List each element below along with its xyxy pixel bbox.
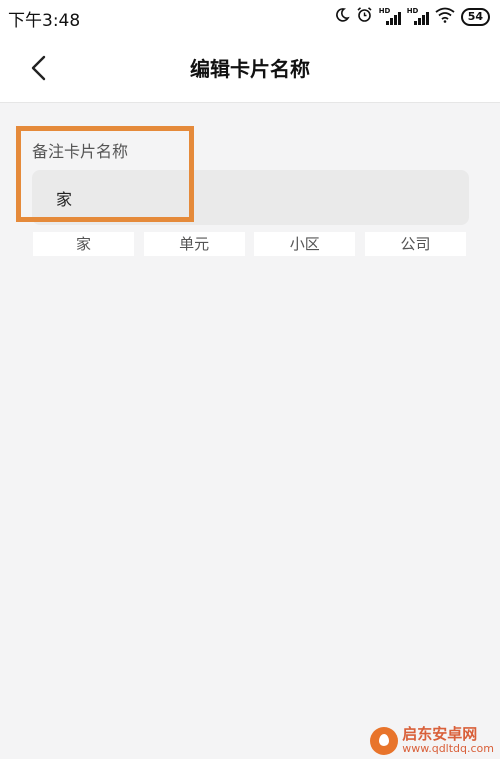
- suggestion-chip-company[interactable]: 公司: [364, 232, 466, 256]
- battery-icon: 54: [460, 7, 490, 26]
- suggestion-chip-community[interactable]: 小区: [254, 232, 356, 256]
- signal-hd-icon: HD: [407, 7, 429, 25]
- watermark-title: 启东安卓网: [402, 725, 478, 744]
- nav-bar: 编辑卡片名称: [0, 34, 500, 103]
- suggestion-list: 家 单元 小区 公司: [33, 232, 466, 256]
- watermark-url: www.qdltdq.com: [402, 742, 494, 756]
- wifi-icon: [435, 7, 455, 27]
- status-bar: 下午3:48 HD HD 54: [0, 0, 500, 34]
- status-icons: HD HD 54: [334, 6, 490, 27]
- status-time: 下午3:48: [8, 11, 81, 31]
- signal-hd-icon: HD: [379, 7, 401, 25]
- card-name-input[interactable]: [32, 170, 469, 225]
- page-title: 编辑卡片名称: [190, 57, 310, 81]
- alarm-icon: [356, 6, 373, 27]
- suggestion-chip-home[interactable]: 家: [33, 232, 134, 256]
- watermark-text: 启东安卓网 www.qdltdq.com: [402, 725, 494, 756]
- watermark-logo-icon: [370, 727, 399, 755]
- moon-icon: [334, 7, 350, 27]
- suggestion-chip-unit[interactable]: 单元: [143, 232, 245, 256]
- watermark: 启东安卓网 www.qdltdq.com: [370, 727, 494, 755]
- card-name-label: 备注卡片名称: [32, 142, 129, 161]
